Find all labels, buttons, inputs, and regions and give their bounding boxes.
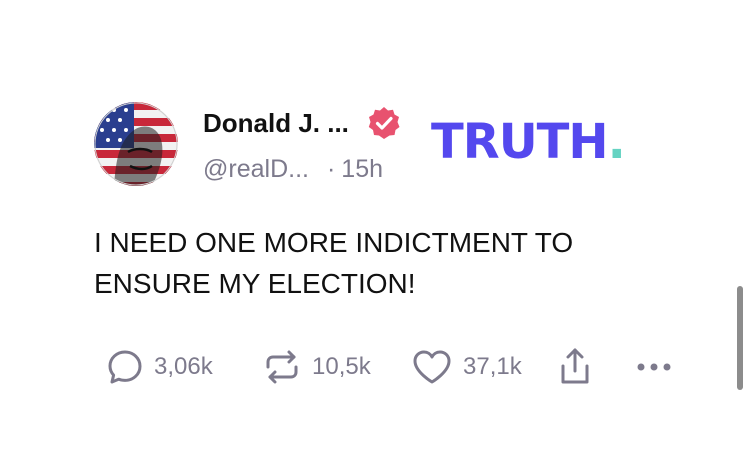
logo-dot: . [607, 114, 626, 170]
reply-button[interactable]: 3,06k [106, 348, 213, 386]
avatar-image [94, 102, 178, 186]
heart-icon [413, 350, 451, 384]
retruth-icon [266, 350, 298, 384]
author-display-name[interactable]: Donald J. ... [203, 108, 349, 139]
like-button[interactable]: 37,1k [411, 348, 522, 386]
more-icon [637, 363, 671, 371]
author-handle[interactable]: @realD... [203, 155, 309, 183]
post-meta: @realD... · 15h [203, 155, 383, 184]
post-text: I NEED ONE MORE INDICTMENT TO ENSURE MY … [94, 227, 574, 299]
like-count: 37,1k [463, 353, 522, 380]
share-button[interactable] [556, 348, 594, 386]
truth-logo: TRUTH. [431, 118, 626, 166]
scrollbar[interactable] [737, 286, 743, 390]
logo-text: TRUTH [431, 114, 609, 170]
verified-badge-icon [367, 106, 401, 140]
reply-icon [108, 350, 142, 384]
more-button[interactable] [636, 348, 674, 386]
post-timestamp[interactable]: 15h [341, 155, 383, 183]
reply-count: 3,06k [154, 353, 213, 380]
retruth-button[interactable]: 10,5k [262, 348, 371, 386]
retruth-count: 10,5k [312, 353, 371, 380]
share-icon [561, 348, 589, 384]
avatar[interactable] [94, 102, 178, 186]
meta-separator: · [326, 155, 336, 183]
